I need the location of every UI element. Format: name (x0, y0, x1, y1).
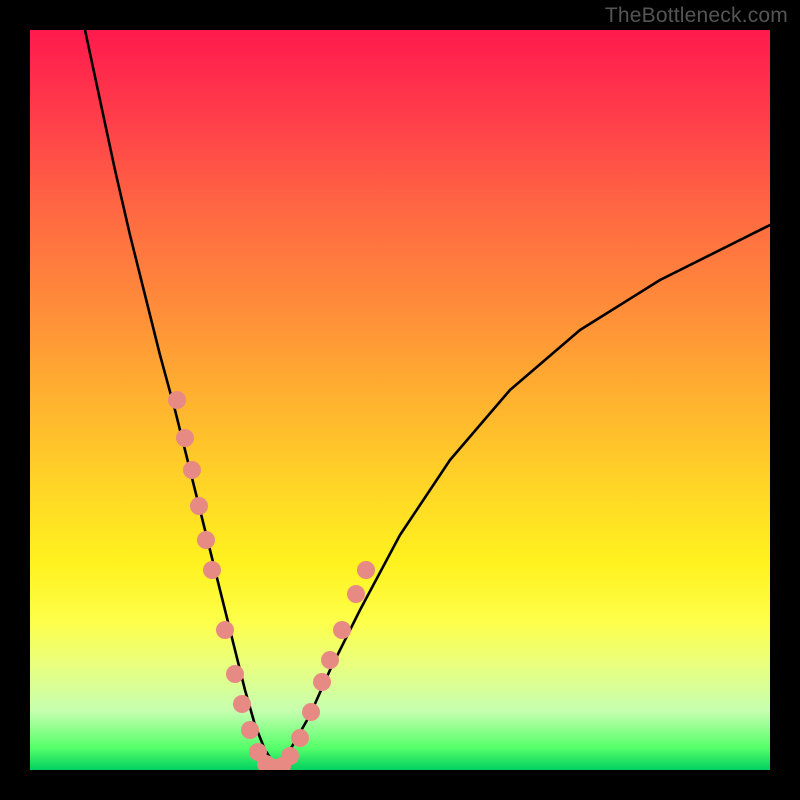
data-point (183, 461, 201, 479)
data-point (233, 695, 251, 713)
data-point (203, 561, 221, 579)
data-point (281, 747, 299, 765)
data-point (302, 703, 320, 721)
data-point (226, 665, 244, 683)
data-point (321, 651, 339, 669)
highlighted-points (168, 391, 375, 770)
chart-frame: TheBottleneck.com (0, 0, 800, 800)
data-point (190, 497, 208, 515)
data-point (241, 721, 259, 739)
data-point (216, 621, 234, 639)
watermark-text: TheBottleneck.com (605, 4, 788, 28)
data-point (176, 429, 194, 447)
data-point (347, 585, 365, 603)
bottleneck-curve (85, 30, 770, 765)
data-point (313, 673, 331, 691)
data-point (197, 531, 215, 549)
data-point (333, 621, 351, 639)
chart-svg (30, 30, 770, 770)
data-point (291, 729, 309, 747)
data-point (357, 561, 375, 579)
plot-area (30, 30, 770, 770)
data-point (168, 391, 186, 409)
